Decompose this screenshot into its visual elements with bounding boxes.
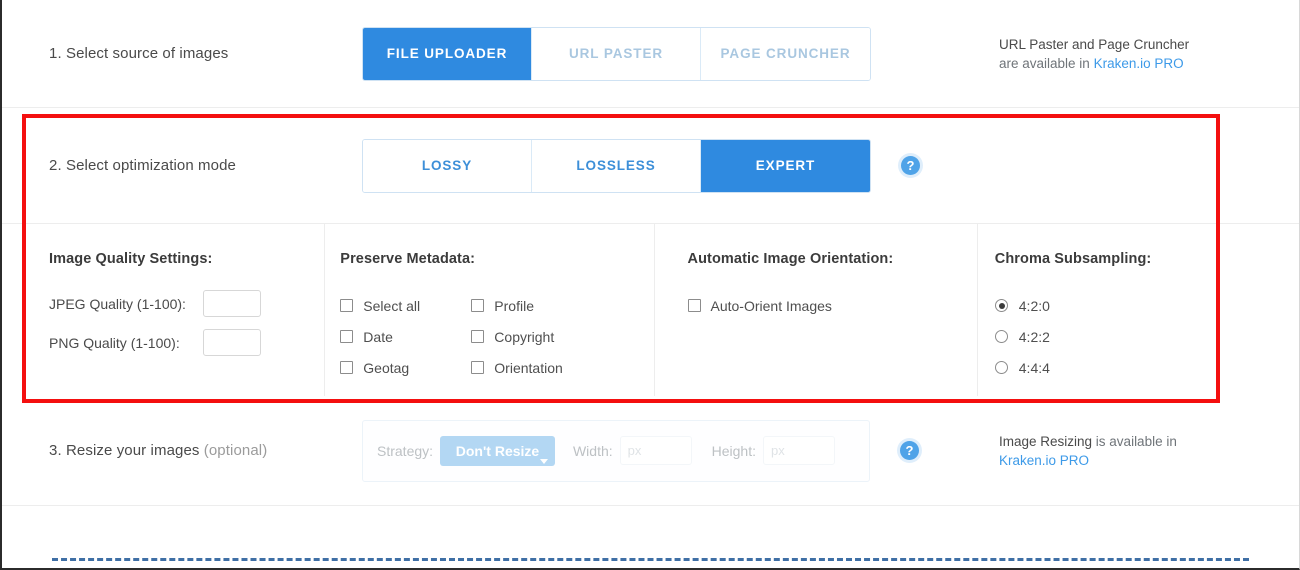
checkbox-label: Geotag xyxy=(363,359,410,376)
mode-tab-group[interactable]: LOSSY LOSSLESS EXPERT xyxy=(362,138,871,193)
source-pro-note-line2: are available in Kraken.io PRO xyxy=(999,54,1299,73)
checkbox-geotag[interactable]: Geotag xyxy=(340,352,471,383)
checkbox-label: Profile xyxy=(494,297,534,314)
checkbox-select-all[interactable]: Select all xyxy=(340,290,471,321)
radio-label: 4:2:2 xyxy=(1018,328,1050,345)
checkbox-date[interactable]: Date xyxy=(340,321,471,352)
panel-preserve-metadata: Preserve Metadata: Select all Date Geota… xyxy=(325,224,655,396)
section-resize-label: 3. Resize your images (optional) xyxy=(2,442,362,459)
jpeg-quality-input[interactable] xyxy=(203,290,261,317)
radio-dot-icon[interactable] xyxy=(994,330,1008,343)
checkbox-label: Copyright xyxy=(494,328,555,345)
panel-metadata-title: Preserve Metadata: xyxy=(340,251,476,267)
checkbox-label: Date xyxy=(363,328,393,345)
tab-lossy[interactable]: LOSSY xyxy=(363,139,532,192)
section-resize-label-optional: (optional) xyxy=(203,442,268,459)
png-quality-input[interactable] xyxy=(203,329,261,356)
file-dropzone-edge[interactable] xyxy=(52,558,1249,568)
source-pro-note-prefix: are available in xyxy=(999,55,1094,71)
strategy-select-value: Don't Resize xyxy=(455,442,540,459)
width-label: Width: xyxy=(572,442,613,459)
checkbox-label: Select all xyxy=(363,297,421,314)
checkbox-box-icon[interactable] xyxy=(471,299,485,312)
section-resize-images: 3. Resize your images (optional) Strateg… xyxy=(2,396,1299,506)
resize-pro-note: Image Resizing is available in Kraken.io… xyxy=(999,432,1299,470)
checkbox-box-icon[interactable] xyxy=(340,299,354,312)
metadata-column-left: Select all Date Geotag xyxy=(340,290,471,383)
metadata-checkbox-grid: Select all Date Geotag Profile Copyright… xyxy=(340,290,653,383)
section-resize-label-main: 3. Resize your images xyxy=(49,442,204,459)
tab-page-cruncher[interactable]: PAGE CRUNCHER xyxy=(701,27,870,80)
resize-pro-note-line1: Image Resizing is available in xyxy=(999,432,1299,451)
kraken-optimizer-page: 1. Select source of images FILE UPLOADER… xyxy=(0,0,1300,570)
radio-chroma-422[interactable]: 4:2:2 xyxy=(994,321,1299,352)
tab-expert[interactable]: EXPERT xyxy=(701,139,870,192)
panel-quality-title: Image Quality Settings: xyxy=(49,251,213,267)
tab-lossless[interactable]: LOSSLESS xyxy=(532,139,701,192)
help-icon-resize[interactable]: ? xyxy=(900,441,919,460)
height-label: Height: xyxy=(711,442,756,459)
jpeg-quality-label: JPEG Quality (1-100): xyxy=(49,295,186,312)
checkbox-box-icon[interactable] xyxy=(687,299,701,312)
checkbox-profile[interactable]: Profile xyxy=(471,290,602,321)
expert-settings-panels: Image Quality Settings: JPEG Quality (1-… xyxy=(2,223,1299,396)
section-mode-label: 2. Select optimization mode xyxy=(49,157,236,174)
radio-label: 4:2:0 xyxy=(1018,297,1050,314)
resize-controls: Strategy: Don't Resize Width: Height: xyxy=(362,419,870,482)
source-tab-group[interactable]: FILE UPLOADER URL PASTER PAGE CRUNCHER xyxy=(362,26,871,81)
section-select-source: 1. Select source of images FILE UPLOADER… xyxy=(2,0,1299,108)
checkbox-box-icon[interactable] xyxy=(340,361,354,374)
checkbox-orientation[interactable]: Orientation xyxy=(471,352,602,383)
kraken-pro-link-resize[interactable]: Kraken.io PRO xyxy=(999,451,1299,470)
tab-url-paster[interactable]: URL PASTER xyxy=(532,27,701,80)
panel-automatic-orientation: Automatic Image Orientation: Auto-Orient… xyxy=(655,224,978,396)
png-quality-row: PNG Quality (1-100): xyxy=(49,329,324,356)
checkbox-box-icon[interactable] xyxy=(471,361,485,374)
checkbox-auto-orient-images[interactable]: Auto-Orient Images xyxy=(687,290,977,321)
height-input[interactable] xyxy=(763,436,835,465)
radio-dot-icon[interactable] xyxy=(994,299,1008,312)
section-optimization-mode: 2. Select optimization mode LOSSY LOSSLE… xyxy=(2,108,1299,223)
radio-chroma-420[interactable]: 4:2:0 xyxy=(994,290,1299,321)
source-pro-note-line1: URL Paster and Page Cruncher xyxy=(999,36,1190,52)
help-icon-mode[interactable]: ? xyxy=(901,156,920,175)
source-pro-note: URL Paster and Page Cruncher are availab… xyxy=(999,35,1299,73)
radio-label: 4:4:4 xyxy=(1018,359,1050,376)
checkbox-label: Orientation xyxy=(494,359,563,376)
tab-file-uploader[interactable]: FILE UPLOADER xyxy=(363,27,532,80)
panel-chroma-subsampling: Chroma Subsampling: 4:2:0 4:2:2 4:4:4 xyxy=(978,224,1299,396)
chevron-down-icon xyxy=(539,458,548,464)
strategy-select[interactable]: Don't Resize xyxy=(440,435,555,466)
metadata-column-right: Profile Copyright Orientation xyxy=(471,290,602,383)
panel-orientation-title: Automatic Image Orientation: xyxy=(687,251,894,267)
jpeg-quality-row: JPEG Quality (1-100): xyxy=(49,290,324,317)
panel-image-quality: Image Quality Settings: JPEG Quality (1-… xyxy=(2,224,326,396)
panel-chroma-title: Chroma Subsampling: xyxy=(994,251,1152,267)
section-source-label: 1. Select source of images xyxy=(49,45,229,62)
radio-chroma-444[interactable]: 4:4:4 xyxy=(994,352,1299,383)
kraken-pro-link-source[interactable]: Kraken.io PRO xyxy=(1094,56,1184,71)
resize-pro-note-rest: is available in xyxy=(1092,433,1177,449)
checkbox-copyright[interactable]: Copyright xyxy=(471,321,602,352)
radio-dot-icon[interactable] xyxy=(994,361,1008,374)
png-quality-label: PNG Quality (1-100): xyxy=(49,334,180,351)
resize-pro-note-strong: Image Resizing xyxy=(999,433,1093,449)
checkbox-box-icon[interactable] xyxy=(471,330,485,343)
width-input[interactable] xyxy=(619,436,692,465)
strategy-label: Strategy: xyxy=(377,442,434,459)
checkbox-box-icon[interactable] xyxy=(340,330,354,343)
checkbox-label: Auto-Orient Images xyxy=(710,297,832,314)
